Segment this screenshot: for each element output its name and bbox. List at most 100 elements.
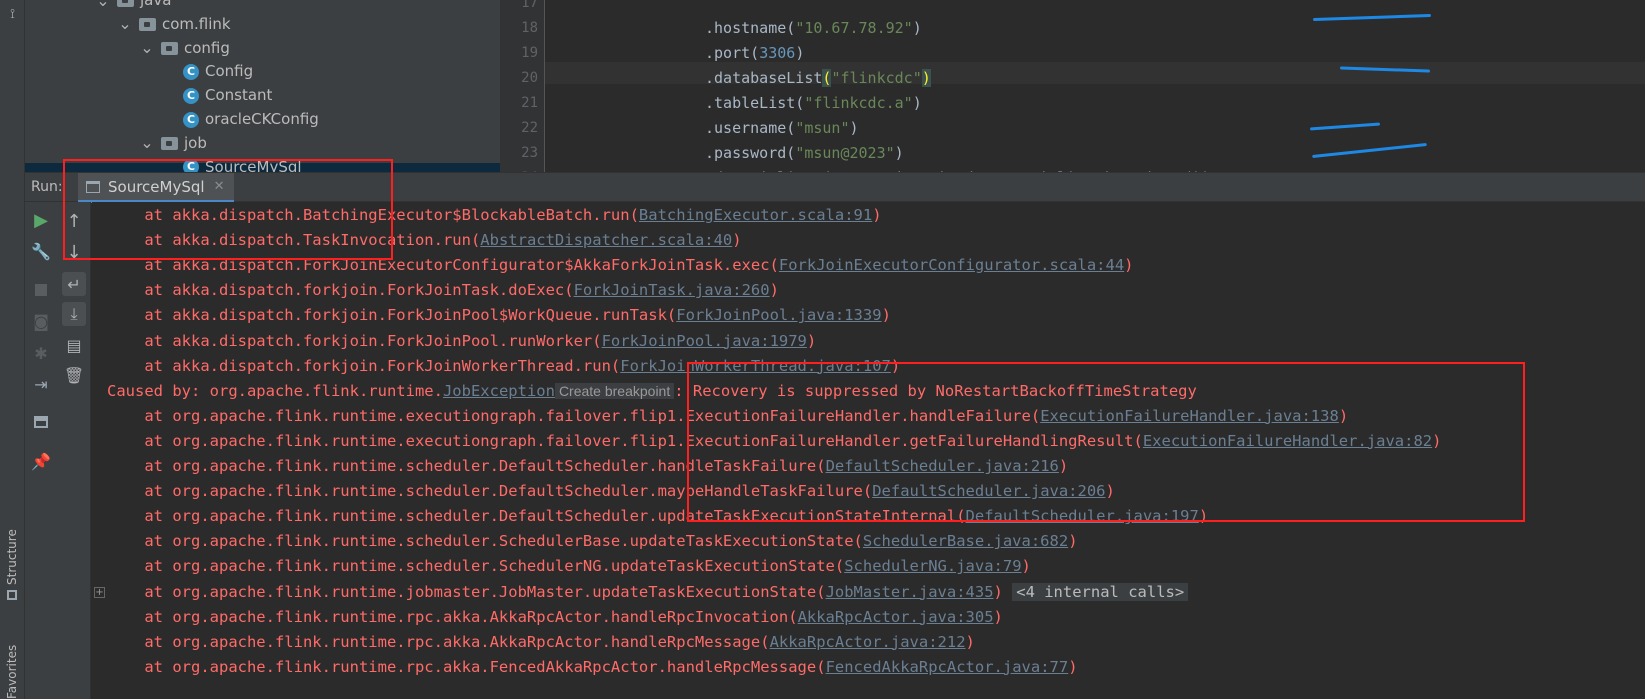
console-text: at org.apache.flink.runtime.rpc.akka.Akk…: [107, 632, 770, 651]
close-icon[interactable]: ✕: [214, 179, 225, 194]
chevron-down-icon[interactable]: ⌄: [139, 135, 155, 151]
layout-icon[interactable]: [29, 410, 53, 434]
tree-item-label: oracleCKConfig: [205, 110, 319, 128]
console-line: Caused by: org.apache.flink.runtime.JobE…: [107, 379, 1197, 404]
stack-trace-link[interactable]: AkkaRpcActor.java:305: [798, 608, 994, 626]
stack-trace-link[interactable]: DefaultScheduler.java:197: [966, 507, 1199, 525]
console-output[interactable]: at akka.dispatch.BatchingExecutor$Blocka…: [92, 202, 1645, 699]
console-text: ): [881, 306, 891, 325]
code-editor[interactable]: 1718192021222324 .hostname("10.67.78.92"…: [500, 0, 1645, 181]
code-method: .port(: [705, 44, 760, 62]
code-paren: ): [795, 44, 805, 62]
console-text: at org.apache.flink.runtime.executiongra…: [107, 431, 1143, 450]
code-method: .hostname(: [705, 19, 796, 37]
console-line: at org.apache.flink.runtime.executiongra…: [107, 429, 1441, 454]
commit-icon[interactable]: ⟟: [0, 2, 25, 26]
stack-trace-link[interactable]: BatchingExecutor.scala:91: [639, 206, 872, 224]
tree-item[interactable]: ⌄ com.flink: [117, 12, 231, 37]
soft-wrap-icon[interactable]: ↵: [62, 272, 86, 296]
redaction-scribble: [1312, 142, 1427, 159]
tree-item[interactable]: ⌄ config: [139, 36, 230, 61]
console-line: at org.apache.flink.runtime.rpc.akka.Akk…: [107, 630, 975, 655]
stack-trace-link[interactable]: DefaultScheduler.java:206: [872, 482, 1105, 500]
console-line: at akka.dispatch.forkjoin.ForkJoinPool.r…: [107, 329, 816, 354]
console-text: ): [1105, 482, 1115, 501]
console-text: ): [872, 206, 882, 224]
code-line: .tableList("flinkcdc.a"): [705, 94, 922, 112]
stack-trace-link[interactable]: ForkJoinTask.java:260: [574, 281, 770, 299]
console-line: at akka.dispatch.BatchingExecutor$Blocka…: [107, 203, 882, 228]
run-tab-title: SourceMySql: [108, 177, 205, 196]
console-line: at akka.dispatch.TaskInvocation.run(Abst…: [107, 228, 741, 253]
run-tab-sourcemysql[interactable]: SourceMySql ✕: [78, 173, 235, 203]
console-text: at org.apache.flink.runtime.scheduler.De…: [107, 507, 966, 526]
console-text: ): [1338, 406, 1349, 425]
line-number-gutter: 1718192021222324: [500, 0, 545, 181]
exit-icon[interactable]: ⇥: [29, 372, 53, 396]
arrow-up-icon[interactable]: ↑: [62, 209, 86, 233]
stack-trace-link[interactable]: ForkJoinPool.java:1979: [602, 332, 807, 350]
expand-icon[interactable]: +: [94, 586, 105, 598]
left-tool-strip: ⟟ Structure Favorites: [0, 0, 25, 699]
stack-trace-link[interactable]: SchedulerNG.java:79: [844, 557, 1021, 575]
stack-trace-link[interactable]: AbstractDispatcher.scala:40: [480, 231, 732, 249]
console-text: ): [1124, 256, 1134, 275]
debug-bug-icon[interactable]: ✱: [29, 341, 53, 365]
stop-icon[interactable]: [29, 278, 53, 302]
tree-item[interactable]: C Constant: [183, 83, 272, 108]
stack-trace-link[interactable]: ExecutionFailureHandler.java:138: [1040, 407, 1339, 425]
create-breakpoint-hint[interactable]: Create breakpoint: [554, 382, 675, 399]
camera-icon[interactable]: ◙: [29, 309, 53, 333]
trash-icon[interactable]: 🗑: [62, 363, 86, 387]
chevron-down-icon[interactable]: ⌄: [117, 16, 133, 32]
tree-item-label: Constant: [205, 86, 273, 105]
code-line: .databaseList("flinkcdc"): [705, 69, 931, 87]
stack-trace-link[interactable]: FencedAkkaRpcActor.java:77: [826, 658, 1069, 676]
stack-trace-link[interactable]: JobMaster.java:435: [826, 583, 994, 601]
code-number: 3306: [759, 44, 796, 62]
pin-icon[interactable]: 📌: [29, 449, 53, 473]
arrow-down-icon[interactable]: ↓: [62, 240, 86, 264]
code-string: "msun@2023": [795, 144, 895, 162]
console-text: at org.apache.flink.runtime.scheduler.De…: [107, 457, 826, 475]
tree-item-label: com.flink: [162, 14, 231, 33]
chevron-down-icon[interactable]: ⌄: [95, 0, 111, 8]
internal-calls-fold[interactable]: <4 internal calls>: [1012, 582, 1189, 601]
console-line: at akka.dispatch.forkjoin.ForkJoinPool$W…: [107, 303, 891, 328]
stack-trace-link[interactable]: JobException: [443, 382, 555, 400]
line-number: 20: [521, 70, 538, 86]
console-text: ): [769, 281, 779, 300]
console-actions-toolbar: ↑ ↓ ↵ ⤓ ▤ 🗑: [57, 202, 91, 699]
tree-item[interactable]: CoracleCKConfig: [183, 107, 319, 132]
console-text: at akka.dispatch.forkjoin.ForkJoinPool$W…: [107, 306, 677, 325]
stack-trace-link[interactable]: SchedulerBase.java:682: [863, 532, 1068, 550]
wrench-icon[interactable]: 🔧: [29, 239, 53, 263]
code-string: "flinkcdc.a": [804, 94, 913, 112]
console-text: ): [1432, 431, 1442, 450]
console-line: at org.apache.flink.runtime.scheduler.Sc…: [107, 529, 1077, 554]
stack-trace-link[interactable]: ExecutionFailureHandler.java:82: [1143, 432, 1432, 450]
stack-trace-link[interactable]: AkkaRpcActor.java:212: [770, 633, 966, 651]
stack-trace-link[interactable]: ForkJoinExecutorConfigurator.scala:44: [779, 256, 1124, 274]
console-line: at org.apache.flink.runtime.rpc.akka.Akk…: [107, 605, 1003, 630]
line-number: 17: [521, 0, 538, 11]
tree-item[interactable]: ⌄ job: [139, 131, 207, 156]
line-number: 23: [521, 145, 538, 161]
console-text: ): [1058, 457, 1069, 475]
tree-item[interactable]: C Config: [183, 59, 253, 84]
code-paren: ): [849, 119, 859, 137]
chevron-down-icon[interactable]: ⌄: [139, 40, 155, 56]
console-text: at akka.dispatch.TaskInvocation.run(: [107, 231, 481, 250]
stack-trace-link[interactable]: ForkJoinPool.java:1339: [676, 306, 881, 324]
stack-trace-link[interactable]: DefaultScheduler.java:216: [826, 457, 1059, 475]
console-text: ): [1068, 657, 1078, 676]
code-line: .username("msun"): [705, 119, 859, 137]
code-string: "10.67.78.92": [795, 19, 913, 37]
stack-trace-link[interactable]: ForkJoinWorkerThread.java:107: [620, 357, 891, 375]
print-icon[interactable]: ▤: [62, 333, 86, 357]
scroll-to-end-icon[interactable]: ⤓: [62, 302, 86, 326]
rerun-icon[interactable]: ▶: [29, 208, 53, 232]
console-text: at akka.dispatch.ForkJoinExecutorConfigu…: [107, 256, 779, 275]
tree-item-label: Config: [205, 62, 254, 81]
line-number: 19: [521, 45, 538, 61]
